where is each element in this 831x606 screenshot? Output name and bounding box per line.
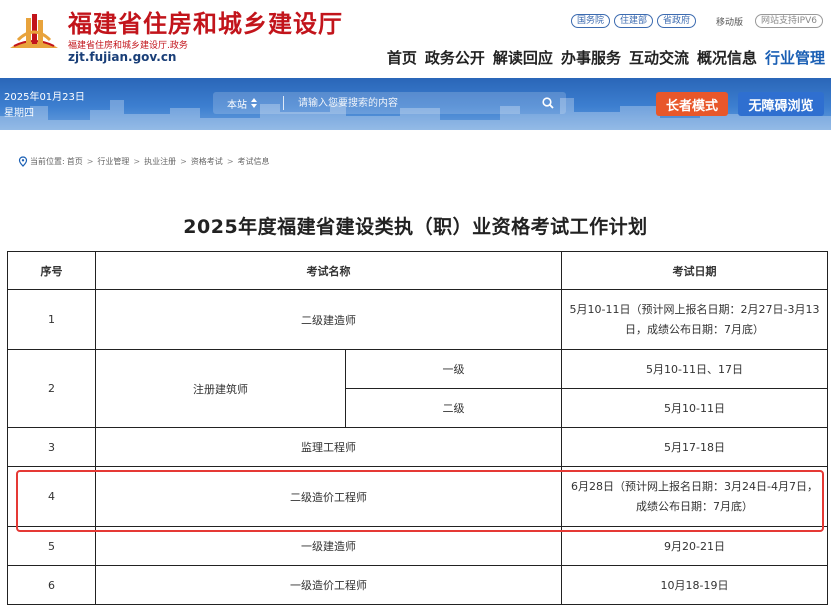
link-state-council[interactable]: 国务院	[570, 14, 610, 28]
breadcrumb-separator: >	[86, 157, 94, 166]
current-weekday: 星期四	[4, 108, 34, 119]
breadcrumb-separator: >	[180, 157, 187, 166]
search-banner: 2025年01月23日 星期四 本站 长者模式 无障碍浏览	[0, 78, 831, 130]
accessible-browse-button[interactable]: 无障碍浏览	[738, 92, 824, 116]
site-header: 福建省住房和城乡建设厅 福建省住房和城乡建设厅.政务 zjt.fujian.go…	[0, 0, 831, 78]
main-nav: 首页 政务公开 解读回应 办事服务 互动交流 概况信息 行业管理	[387, 47, 825, 68]
breadcrumb-separator: >	[226, 157, 234, 166]
link-ministry[interactable]: 住建部	[613, 14, 653, 28]
logo-emblem-icon[interactable]	[8, 10, 60, 50]
nav-overview[interactable]: 概况信息	[697, 47, 757, 68]
nav-services[interactable]: 办事服务	[561, 47, 621, 68]
row-no: 6	[7, 565, 96, 605]
row-exam-name: 二级建造师	[95, 289, 562, 350]
row-exam-date: 10月18-19日	[561, 565, 828, 605]
breadcrumb-industry[interactable]: 行业管理	[97, 156, 129, 167]
site-domain: zjt.fujian.gov.cn	[68, 50, 177, 64]
link-province-gov[interactable]: 省政府	[657, 14, 697, 28]
top-links: 国务院 住建部 省政府 移动版 网站支持IPV6	[570, 14, 823, 28]
table-row: 2 注册建筑师 一级 5月10-11日、17日	[7, 349, 828, 428]
table-row: 6 一级造价工程师 10月18-19日	[7, 565, 828, 605]
search-scope-select[interactable]: 本站	[213, 96, 283, 111]
breadcrumb-exam-info[interactable]: 考试信息	[238, 156, 270, 167]
search-bar: 本站	[213, 92, 566, 114]
nav-interaction[interactable]: 互动交流	[629, 47, 689, 68]
table-row: 5 一级建造师 9月20-21日	[7, 526, 828, 566]
header-exam-date: 考试日期	[561, 251, 828, 290]
row-no: 1	[7, 289, 96, 350]
row-exam-date: 5月17-18日	[561, 427, 828, 467]
row-no: 5	[7, 526, 96, 566]
row-exam-level: 一级	[345, 349, 562, 389]
search-scope-label: 本站	[227, 99, 247, 111]
row-exam-name: 监理工程师	[95, 427, 562, 467]
sort-arrows-icon	[251, 98, 257, 108]
search-icon	[542, 97, 554, 109]
table-row: 3 监理工程师 5月17-18日	[7, 427, 828, 467]
search-input[interactable]	[284, 96, 530, 110]
row-exam-date: 5月10-11日（预计网上报名日期：2月27日-3月13日，成绩公布日期：7月底…	[561, 289, 828, 350]
site-name[interactable]: 福建省住房和城乡建设厅	[68, 4, 343, 39]
row-no: 3	[7, 427, 96, 467]
elder-mode-button[interactable]: 长者模式	[656, 92, 728, 116]
row-exam-name: 一级建造师	[95, 526, 562, 566]
breadcrumb-qualification[interactable]: 资格考试	[191, 156, 223, 167]
row-no: 2	[7, 349, 96, 428]
ipv6-badge: 网站支持IPV6	[755, 14, 823, 28]
row-exam-date: 6月28日（预计网上报名日期：3月24日-4月7日，成绩公布日期：7月底）	[561, 466, 828, 527]
row-no: 4	[7, 466, 96, 527]
nav-gov-affairs[interactable]: 政务公开	[425, 47, 485, 68]
current-date: 2025年01月23日	[4, 92, 85, 103]
page-title: 2025年度福建省建设类执（职）业资格考试工作计划	[183, 216, 648, 238]
breadcrumb-home[interactable]: 首页	[67, 156, 83, 167]
row-exam-date: 5月10-11日	[561, 388, 828, 428]
exam-plan-table: 序号 考试名称 考试日期 1 二级建造师 5月10-11日（预计网上报名日期：2…	[7, 251, 828, 605]
header-exam-name: 考试名称	[95, 251, 562, 290]
breadcrumb: 当前位置: 首页 > 行业管理 > 执业注册 > 资格考试 > 考试信息	[18, 156, 270, 167]
row-exam-name: 一级造价工程师	[95, 565, 562, 605]
row-exam-date: 5月10-11日、17日	[561, 349, 828, 389]
breadcrumb-separator: >	[133, 157, 141, 166]
nav-home[interactable]: 首页	[387, 47, 417, 68]
location-pin-icon	[18, 156, 28, 167]
row-exam-date: 9月20-21日	[561, 526, 828, 566]
row-exam-level: 二级	[345, 388, 562, 428]
date-display: 2025年01月23日 星期四	[4, 90, 85, 122]
table-row: 1 二级建造师 5月10-11日（预计网上报名日期：2月27日-3月13日，成绩…	[7, 289, 828, 350]
nav-interpretation[interactable]: 解读回应	[493, 47, 553, 68]
header-no: 序号	[7, 251, 96, 290]
breadcrumb-prefix: 当前位置:	[30, 157, 65, 166]
nav-industry-management[interactable]: 行业管理	[765, 47, 825, 68]
row-exam-name: 二级造价工程师	[95, 466, 562, 527]
row-exam-name: 注册建筑师	[95, 349, 346, 428]
table-header-row: 序号 考试名称 考试日期	[7, 251, 828, 290]
search-button[interactable]	[530, 92, 566, 114]
table-row: 4 二级造价工程师 6月28日（预计网上报名日期：3月24日-4月7日，成绩公布…	[7, 466, 828, 527]
breadcrumb-registration[interactable]: 执业注册	[144, 156, 176, 167]
mobile-version-link[interactable]: 移动版	[716, 15, 743, 28]
